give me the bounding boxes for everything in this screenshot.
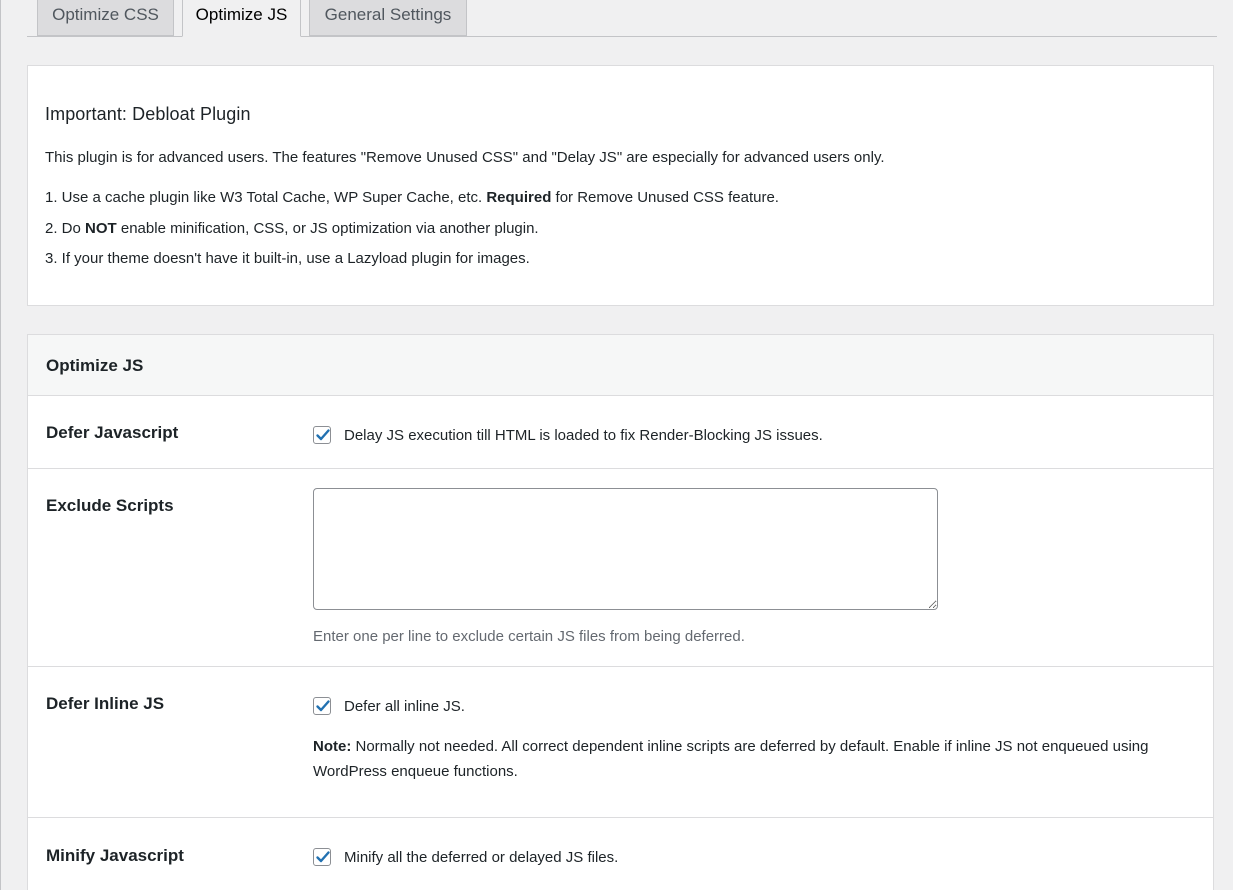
panel-header: Optimize JS [28,335,1213,396]
minify-javascript-text: Minify all the deferred or delayed JS fi… [344,849,619,866]
settings-tabs: Optimize CSS Optimize JS General Setting… [27,0,1217,37]
notice-list: 1. Use a cache plugin like W3 Total Cach… [45,188,779,280]
row-exclude-scripts: Exclude Scripts Enter one per line to ex… [28,469,1213,667]
panel-title: Optimize JS [46,356,144,375]
exclude-scripts-label: Exclude Scripts [46,496,174,515]
optimize-js-panel: Optimize JS Defer Javascript Delay JS ex… [27,334,1214,890]
notice-intro: This plugin is for advanced users. The f… [45,149,885,166]
minify-javascript-label: Minify Javascript [46,846,184,865]
list-item: 3. If your theme doesn't have it built-i… [45,250,530,267]
tab-optimize-css[interactable]: Optimize CSS [37,0,174,36]
checkmark-icon [316,700,330,712]
list-item: 2. Do NOT enable minification, CSS, or J… [45,219,539,237]
defer-inline-js-label: Defer Inline JS [46,694,165,713]
exclude-scripts-textarea[interactable] [313,488,938,610]
tab-general-settings[interactable]: General Settings [309,0,467,36]
minify-javascript-checkbox[interactable] [313,848,331,866]
notice-title: Important: Debloat Plugin [45,104,251,124]
exclude-scripts-description: Enter one per line to exclude certain JS… [313,628,745,645]
checkmark-icon [316,429,330,441]
important-notice: Important: Debloat Plugin This plugin is… [27,65,1214,306]
defer-inline-js-text: Defer all inline JS. [344,698,465,715]
row-defer-inline-js: Defer Inline JS Defer all inline JS. Not… [28,667,1213,818]
defer-inline-js-checkbox[interactable] [313,697,331,715]
row-minify-javascript: Minify Javascript Minify all the deferre… [28,818,1213,890]
list-item: 1. Use a cache plugin like W3 Total Cach… [45,189,779,206]
tab-optimize-js[interactable]: Optimize JS [182,0,301,37]
defer-inline-js-note: Note: Normally not needed. All correct d… [313,738,1149,780]
checkmark-icon [316,851,330,863]
defer-javascript-label: Defer Javascript [46,423,179,442]
defer-javascript-text: Delay JS execution till HTML is loaded t… [344,427,823,444]
row-defer-javascript: Defer Javascript Delay JS execution till… [28,396,1213,469]
defer-javascript-checkbox[interactable] [313,426,331,444]
settings-page: Optimize CSS Optimize JS General Setting… [0,0,1233,890]
